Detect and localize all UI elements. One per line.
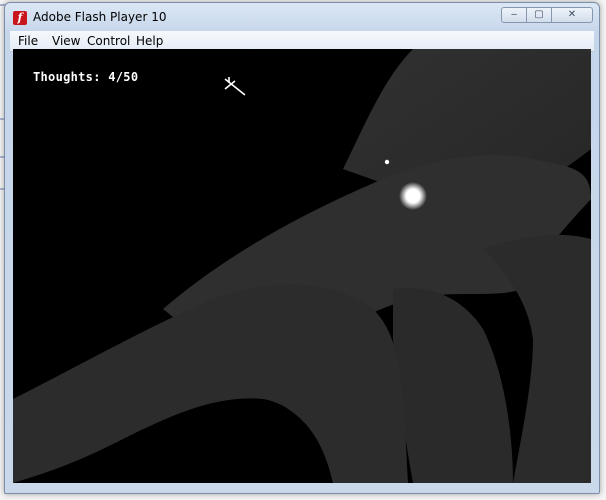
menu-view[interactable]: View [52,34,80,48]
close-button[interactable]: ✕ [551,7,593,23]
maximize-icon: ▢ [534,9,544,20]
title-bar[interactable]: f Adobe Flash Player 10 ‒ ▢ ✕ [5,3,599,31]
menu-file[interactable]: File [18,34,38,48]
flash-player-window: f Adobe Flash Player 10 ‒ ▢ ✕ File View … [4,2,600,494]
menu-control[interactable]: Control [87,34,130,48]
flash-player-icon: f [13,11,27,25]
player-orb [406,189,420,203]
thoughts-counter: Thoughts: 4/50 [33,70,139,84]
minimize-icon: ‒ [510,9,518,20]
close-icon: ✕ [567,9,577,20]
maximize-button[interactable]: ▢ [526,7,552,23]
window-title: Adobe Flash Player 10 [33,10,167,24]
thought-spark [384,159,390,165]
menu-help[interactable]: Help [136,34,163,48]
game-scene [13,49,591,483]
minimize-button[interactable]: ‒ [501,7,527,23]
game-stage[interactable]: Thoughts: 4/50 [13,49,591,483]
